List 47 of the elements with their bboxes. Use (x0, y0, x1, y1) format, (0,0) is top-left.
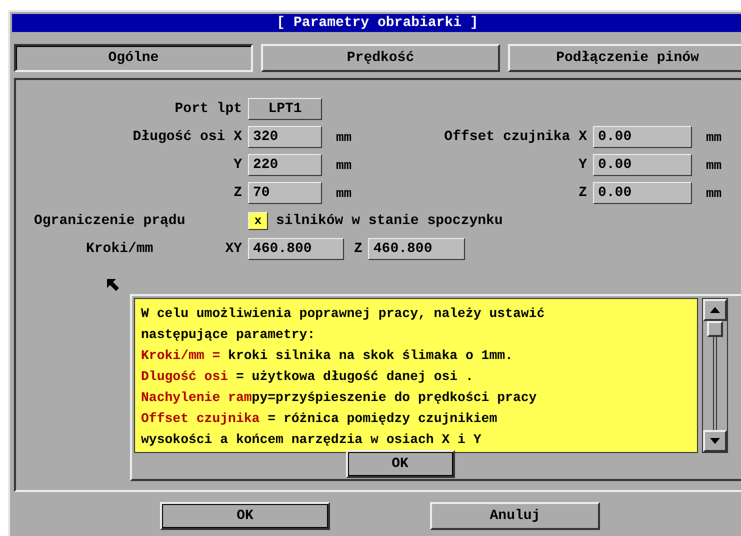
help-line: W celu umożliwienia poprawnej pracy, należy ustawić (141, 305, 546, 323)
unit-label: mm (335, 186, 353, 200)
window-title: [ Parametry obrabiarki ] (12, 14, 741, 32)
unit-label: mm (705, 130, 723, 144)
scroll-thumb[interactable] (707, 321, 723, 337)
input-field[interactable]: 320 (248, 126, 322, 148)
field-label: Z (232, 185, 242, 201)
help-line: Offset czujnika = różnica pomiędzy czujnikiem (141, 410, 498, 428)
field-label: XY (224, 241, 242, 257)
tab[interactable]: Ogólne (14, 44, 253, 72)
help-line: wysokości a końcem narzędzia w osiach X i Y (141, 431, 482, 449)
input-field[interactable]: 0.00 (593, 154, 692, 176)
tab[interactable]: Podłączenie pinów (508, 44, 741, 72)
input-field[interactable]: 0.00 (593, 182, 692, 204)
checkbox-label: silników w stanie spoczynku (276, 213, 503, 229)
unit-label: mm (335, 130, 353, 144)
field-label: Z (578, 185, 587, 201)
field-label: Port lpt (174, 101, 242, 117)
field-label: Z (354, 241, 362, 257)
ok-button[interactable]: OK (160, 502, 330, 530)
input-field[interactable]: 460.800 (368, 238, 466, 260)
help-line: Nachylenie rampy=przyśpieszenie do prędkości pracy (141, 389, 538, 407)
input-field[interactable]: 0.00 (593, 126, 692, 148)
input-field[interactable]: 220 (248, 154, 322, 176)
help-line: Dlugość osi = użytkowa długość danej osi . (141, 368, 474, 386)
input-field[interactable]: 70 (248, 182, 322, 204)
help-line: następujące parametry: (141, 326, 316, 344)
cancel-button[interactable]: Anuluj (430, 502, 600, 530)
ok-button[interactable]: OK (346, 450, 454, 478)
field-label: Długość osi X (132, 129, 242, 145)
scrollbar[interactable] (702, 298, 728, 453)
input-field[interactable]: 460.800 (248, 238, 344, 260)
unit-label: mm (705, 158, 723, 172)
checkbox[interactable]: x (248, 212, 268, 230)
field-label: Ograniczenie prądu (34, 213, 186, 229)
cursor-icon (106, 278, 120, 292)
unit-label: mm (705, 186, 723, 200)
port-button[interactable]: LPT1 (248, 98, 322, 120)
scroll-up-icon[interactable] (709, 306, 721, 314)
field-label: Kroki/mm (86, 241, 154, 257)
help-line: Kroki/mm = kroki silnika na skok ślimaka o 1mm. (141, 347, 514, 365)
field-label: Offset czujnika X (443, 129, 587, 145)
tab[interactable]: Prędkość (261, 44, 500, 72)
field-label: Y (578, 157, 587, 173)
unit-label: mm (335, 158, 353, 172)
field-label: Y (232, 157, 242, 173)
scroll-down-icon[interactable] (709, 437, 721, 445)
